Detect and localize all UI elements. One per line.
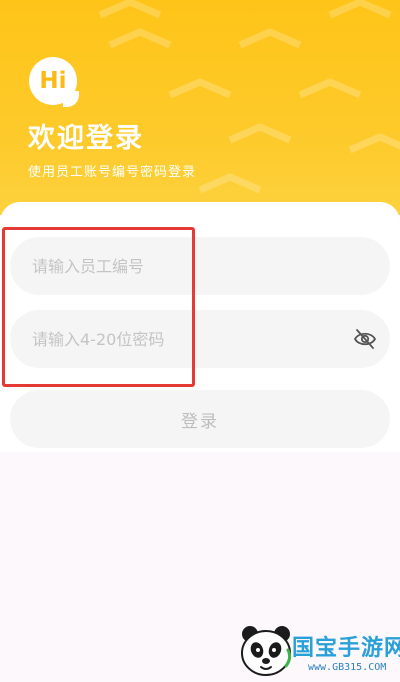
page-title: 欢迎登录 [28, 123, 144, 154]
hi-badge: Hi [29, 57, 79, 107]
watermark: 国宝手游网 www.GB315.COM [228, 616, 400, 682]
chevron-pattern [98, 0, 400, 194]
login-button[interactable]: 登录 [10, 390, 390, 448]
employee-id-field[interactable] [10, 237, 390, 295]
watermark-url: www.GB315.COM [308, 662, 387, 673]
password-field[interactable] [10, 310, 390, 368]
watermark-title: 国宝手游网 [292, 636, 400, 661]
page-subtitle: 使用员工账号编号密码登录 [28, 165, 197, 180]
badge-text: Hi [39, 68, 67, 94]
panda-logo-icon [241, 626, 292, 676]
employee-id-input[interactable] [32, 237, 332, 295]
password-input[interactable] [32, 310, 332, 368]
eye-off-icon[interactable] [353, 328, 377, 350]
header-background [0, 0, 400, 215]
